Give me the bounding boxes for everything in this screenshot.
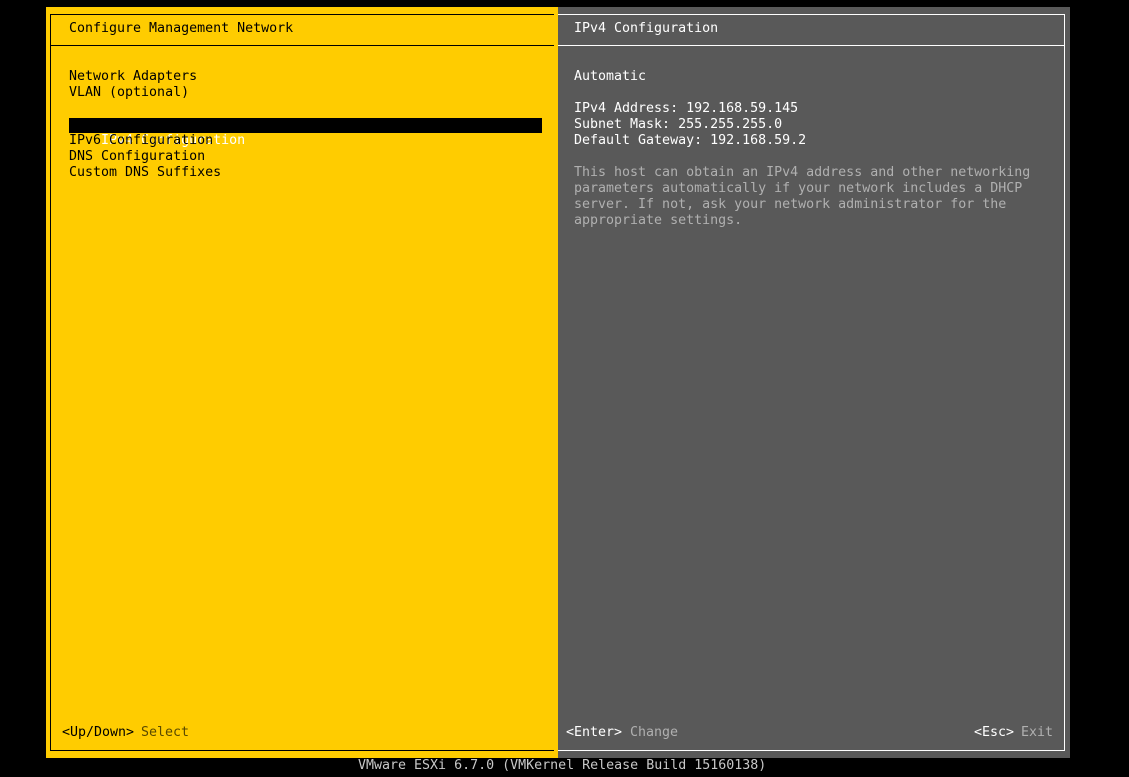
- left-panel-title-underline: [50, 45, 554, 46]
- right-panel-border-top: [558, 14, 1065, 15]
- left-panel-border-top: [50, 14, 554, 15]
- ipv4-mode-value: Automatic: [574, 69, 647, 84]
- version-text: VMware ESXi 6.7.0 (VMKernel Release Buil…: [358, 758, 767, 773]
- right-panel-border-right: [1064, 14, 1065, 751]
- hint-enter-key[interactable]: <Enter>: [566, 725, 622, 741]
- menu-item-custom-dns-suffixes[interactable]: Custom DNS Suffixes: [69, 165, 221, 181]
- hint-select-action: Select: [141, 725, 190, 740]
- description-line-2: parameters automatically if your network…: [574, 181, 1023, 196]
- right-panel-title-underline: [558, 45, 1065, 46]
- hint-change-action: Change: [630, 725, 679, 740]
- description-line-1: This host can obtain an IPv4 address and…: [574, 165, 1031, 180]
- default-gateway-line: Default Gateway: 192.168.59.2: [574, 133, 807, 148]
- description-line-3: server. If not, ask your network adminis…: [574, 197, 1007, 212]
- left-panel-border-bottom: [50, 750, 554, 751]
- hint-exit-action: Exit: [1021, 725, 1054, 740]
- hint-esc-key[interactable]: <Esc>: [974, 725, 1014, 741]
- right-panel-border-bottom: [558, 750, 1065, 751]
- left-panel: Configure Management Network Network Ada…: [46, 7, 558, 758]
- footer-bar: VMware ESXi 6.7.0 (VMKernel Release Buil…: [46, 758, 1070, 777]
- subnet-mask-line: Subnet Mask: 255.255.255.0: [574, 117, 783, 132]
- left-panel-border-left: [50, 14, 51, 751]
- right-panel: IPv4 Configuration Automatic IPv4 Addres…: [558, 7, 1070, 758]
- description-line-4: appropriate settings.: [574, 213, 743, 228]
- right-panel-title: IPv4 Configuration: [574, 21, 719, 36]
- menu-item-dns-configuration[interactable]: DNS Configuration: [69, 149, 205, 165]
- menu-item-ipv4-configuration[interactable]: IPv4 Configuration: [69, 118, 542, 148]
- ipv4-address-line: IPv4 Address: 192.168.59.145: [574, 101, 799, 116]
- menu-item-ipv6-configuration[interactable]: IPv6 Configuration: [69, 133, 213, 149]
- hint-up-down-key: <Up/Down>: [62, 725, 135, 740]
- menu-item-vlan[interactable]: VLAN (optional): [69, 85, 189, 101]
- menu-item-network-adapters[interactable]: Network Adapters: [69, 69, 197, 85]
- left-panel-title: Configure Management Network: [69, 21, 294, 36]
